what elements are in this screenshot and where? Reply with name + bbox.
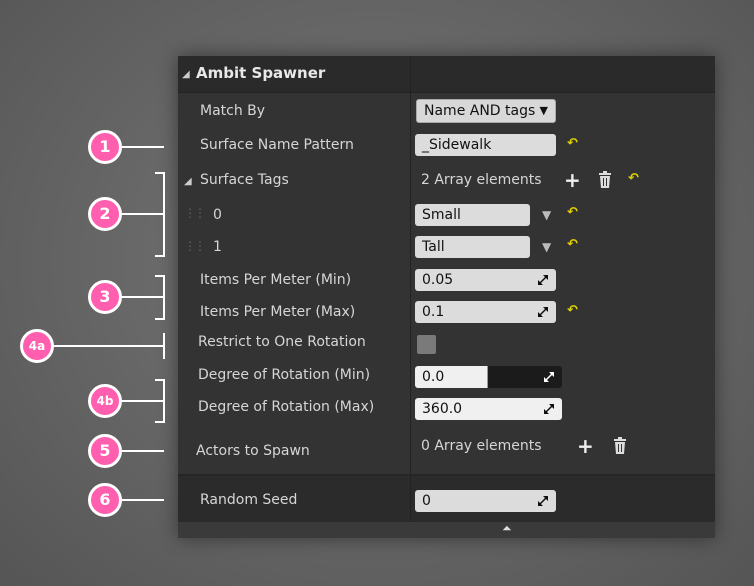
callout-5: 5	[88, 434, 122, 468]
items-per-meter-max-input[interactable]: 0.1	[415, 301, 556, 323]
callout-bracket	[163, 333, 165, 359]
callout-bracket	[155, 275, 165, 277]
callout-2: 2	[88, 197, 122, 231]
resize-spin-icon[interactable]	[538, 496, 548, 506]
items-per-meter-min-input[interactable]: 0.05	[415, 269, 556, 291]
column-splitter[interactable]	[410, 56, 411, 474]
reset-to-default-icon[interactable]: ↶	[567, 237, 578, 252]
column-splitter	[410, 476, 411, 524]
callout-line	[122, 499, 164, 501]
match-by-label: Match By	[200, 103, 266, 119]
field-value: 0	[422, 493, 431, 509]
callout-bracket	[163, 275, 165, 320]
trash-icon[interactable]	[613, 437, 627, 454]
tag-index-label: 0	[213, 207, 222, 223]
callout-4a: 4a	[20, 329, 54, 363]
dropdown-arrow-icon[interactable]: ▼	[542, 208, 551, 222]
callout-3: 3	[88, 280, 122, 314]
surface-name-pattern-input[interactable]: _Sidewalk	[415, 134, 556, 156]
resize-spin-icon[interactable]	[544, 372, 554, 382]
callout-line	[122, 146, 164, 148]
drag-handle-icon[interactable]: ⋮⋮	[184, 206, 206, 220]
tag-1-input[interactable]: Tall	[415, 236, 530, 258]
items-per-meter-min-label: Items Per Meter (Min)	[200, 272, 352, 288]
surface-tags-label: Surface Tags	[200, 172, 289, 188]
surface-tags-count: 2 Array elements	[421, 172, 542, 188]
field-value: 0.0	[422, 369, 445, 385]
callout-bracket	[163, 172, 165, 257]
field-value: 0.05	[422, 272, 454, 288]
category-header[interactable]: ◢ Ambit Spawner	[178, 56, 715, 93]
match-by-dropdown[interactable]: Name AND tags ▼	[416, 99, 556, 123]
reset-to-default-icon[interactable]: ↶	[628, 171, 639, 186]
tag-0-input[interactable]: Small	[415, 204, 530, 226]
callout-bracket	[155, 379, 165, 381]
callout-bracket	[155, 172, 165, 174]
callout-bracket	[155, 421, 165, 423]
add-element-icon[interactable]: +	[564, 170, 581, 190]
random-seed-input[interactable]: 0	[415, 490, 556, 512]
callout-bracket	[155, 255, 165, 257]
category-title: Ambit Spawner	[196, 64, 326, 82]
collapse-advanced-icon[interactable]: ⏶	[502, 521, 512, 536]
callout-4b: 4b	[88, 384, 122, 418]
actors-to-spawn-label: Actors to Spawn	[196, 443, 310, 459]
surface-name-pattern-label: Surface Name Pattern	[200, 137, 354, 153]
reset-to-default-icon[interactable]: ↶	[567, 205, 578, 220]
restrict-rotation-label: Restrict to One Rotation	[198, 334, 366, 350]
items-per-meter-max-label: Items Per Meter (Max)	[200, 304, 356, 320]
expand-triangle-icon[interactable]: ◢	[184, 176, 192, 187]
resize-spin-icon[interactable]	[538, 307, 548, 317]
rotation-min-label: Degree of Rotation (Min)	[198, 367, 371, 383]
callout-1: 1	[88, 130, 122, 164]
resize-spin-icon[interactable]	[544, 404, 554, 414]
callout-line	[54, 345, 164, 347]
details-panel: ◢ Ambit Spawner Match By Name AND tags ▼…	[178, 56, 715, 538]
random-seed-label: Random Seed	[200, 492, 298, 508]
rotation-min-slider[interactable]: 0.0	[415, 366, 562, 388]
resize-spin-icon[interactable]	[538, 275, 548, 285]
reset-to-default-icon[interactable]: ↶	[567, 303, 578, 318]
add-element-icon[interactable]: +	[577, 436, 594, 456]
drag-handle-icon[interactable]: ⋮⋮	[184, 239, 206, 253]
rotation-max-label: Degree of Rotation (Max)	[198, 399, 375, 415]
dropdown-arrow-icon[interactable]: ▼	[542, 240, 551, 254]
callout-line	[122, 450, 164, 452]
reset-to-default-icon[interactable]: ↶	[567, 136, 578, 151]
callout-bracket	[155, 318, 165, 320]
collapse-triangle-icon[interactable]: ◢	[182, 69, 190, 80]
field-value: 360.0	[422, 401, 463, 417]
callout-bracket	[163, 379, 165, 423]
field-value: 0.1	[422, 304, 445, 320]
restrict-rotation-checkbox[interactable]	[417, 335, 436, 354]
callout-6: 6	[88, 483, 122, 517]
dropdown-arrow-icon: ▼	[539, 104, 548, 117]
actors-to-spawn-count: 0 Array elements	[421, 438, 542, 454]
tag-index-label: 1	[213, 239, 222, 255]
callout-line	[122, 400, 164, 402]
panel-footer	[178, 522, 715, 538]
callout-line	[122, 213, 164, 215]
rotation-max-slider[interactable]: 360.0	[415, 398, 562, 420]
match-by-value: Name AND tags	[424, 103, 536, 119]
callout-line	[122, 296, 164, 298]
trash-icon[interactable]	[598, 171, 612, 188]
